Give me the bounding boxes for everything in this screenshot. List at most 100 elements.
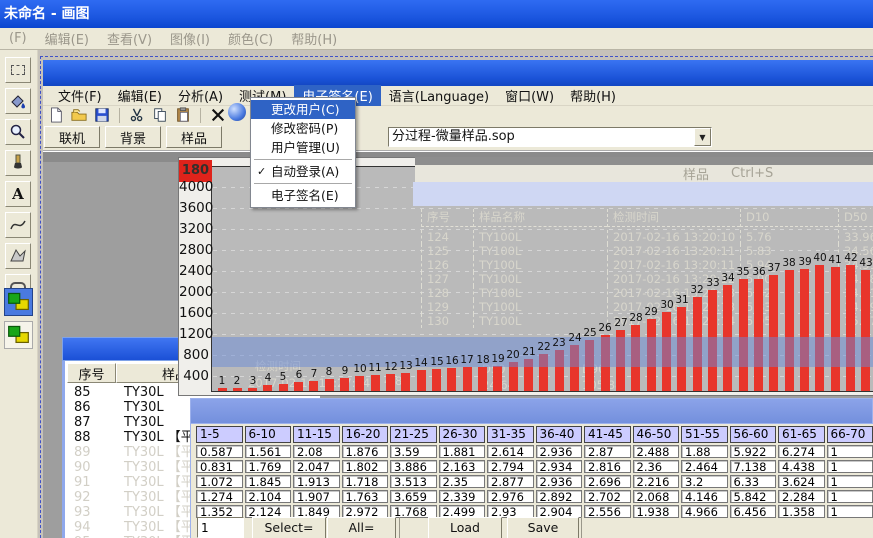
dist-cell[interactable]: 1.876: [342, 445, 389, 458]
dist-cell[interactable]: 6.274: [778, 445, 825, 458]
dist-cell[interactable]: 1.881: [439, 445, 486, 458]
copy-icon[interactable]: [151, 107, 169, 124]
popup-menu-item[interactable]: ✓自动登录(A): [251, 162, 355, 181]
dist-cell[interactable]: 1.907: [293, 490, 340, 503]
dist-cell[interactable]: 2.36: [633, 460, 680, 473]
dist-cell[interactable]: 1.913: [293, 475, 340, 488]
dist-cell[interactable]: 2.35: [439, 475, 486, 488]
dist-cell[interactable]: 2.339: [439, 490, 486, 503]
sop-combobox[interactable]: 分过程-微量样品.sop ▼: [388, 127, 712, 147]
dist-cell[interactable]: 2.068: [633, 490, 680, 503]
dist-cell[interactable]: 2.934: [536, 460, 583, 473]
load-button[interactable]: Load: [428, 517, 502, 538]
dist-cell[interactable]: 3.2: [681, 475, 728, 488]
dist-cell[interactable]: 1.88: [681, 445, 728, 458]
dist-cell[interactable]: 4.966: [681, 505, 728, 518]
dist-cell[interactable]: 1.358: [778, 505, 825, 518]
dist-cell[interactable]: 4.438: [778, 460, 825, 473]
dist-cell[interactable]: 1.763: [342, 490, 389, 503]
dist-cell[interactable]: 2.047: [293, 460, 340, 473]
dist-cell[interactable]: 1: [827, 445, 873, 458]
dist-cell[interactable]: 1.769: [245, 460, 292, 473]
popup-menu-item[interactable]: 更改用户(C): [251, 100, 355, 119]
dist-cell[interactable]: 1.274: [196, 490, 243, 503]
dist-cell[interactable]: 1: [827, 460, 873, 473]
app-menu-item[interactable]: 编辑(E): [110, 85, 170, 106]
dist-cell[interactable]: 1.938: [633, 505, 680, 518]
dist-cell[interactable]: 2.614: [487, 445, 534, 458]
dist-cell[interactable]: 2.163: [439, 460, 486, 473]
app-menu-item[interactable]: 窗口(W): [497, 85, 562, 106]
delete-icon[interactable]: [209, 107, 227, 124]
dist-cell[interactable]: 2.87: [584, 445, 631, 458]
open-icon[interactable]: [70, 107, 88, 124]
fill-tool-icon[interactable]: [5, 88, 31, 114]
dist-cell[interactable]: 2.556: [584, 505, 631, 518]
dist-cell[interactable]: 2.702: [584, 490, 631, 503]
dist-cell[interactable]: 5.922: [730, 445, 777, 458]
paint-title-bar[interactable]: 未命名 - 画图: [0, 0, 873, 28]
dist-cell[interactable]: 2.488: [633, 445, 680, 458]
dist-cell[interactable]: 2.936: [536, 475, 583, 488]
dist-cell[interactable]: 2.284: [778, 490, 825, 503]
button-background[interactable]: 背景: [105, 126, 161, 148]
dist-cell[interactable]: 2.104: [245, 490, 292, 503]
dist-cell[interactable]: 5.842: [730, 490, 777, 503]
dist-cell[interactable]: 2.816: [584, 460, 631, 473]
dist-cell[interactable]: 2.877: [487, 475, 534, 488]
polygon-tool-icon[interactable]: [5, 243, 31, 269]
popup-menu-item[interactable]: 电子签名(E): [251, 186, 355, 205]
dist-cell[interactable]: 2.216: [633, 475, 680, 488]
popup-menu-item[interactable]: 用户管理(U): [251, 138, 355, 157]
dist-cell[interactable]: 0.587: [196, 445, 243, 458]
dist-cell[interactable]: 6.33: [730, 475, 777, 488]
new-icon[interactable]: [47, 107, 65, 124]
button-sample[interactable]: 样品: [166, 126, 222, 148]
dist-cell[interactable]: 1.718: [342, 475, 389, 488]
dist-cell[interactable]: 3.886: [390, 460, 437, 473]
dist-cell[interactable]: 2.696: [584, 475, 631, 488]
dist-cell[interactable]: 3.513: [390, 475, 437, 488]
save-button[interactable]: Save: [507, 517, 579, 538]
popup-menu-item[interactable]: 修改密码(P): [251, 119, 355, 138]
paste-icon[interactable]: [174, 107, 192, 124]
user-icon[interactable]: [228, 103, 246, 121]
app-menu-item[interactable]: 分析(A): [170, 85, 231, 106]
curve-tool-icon[interactable]: [5, 212, 31, 238]
dist-cell[interactable]: 2.892: [536, 490, 583, 503]
dist-cell[interactable]: 1.802: [342, 460, 389, 473]
dist-cell[interactable]: 2.794: [487, 460, 534, 473]
dist-cell[interactable]: 2.464: [681, 460, 728, 473]
select-tool-icon[interactable]: [5, 57, 31, 83]
cut-icon[interactable]: [128, 107, 146, 124]
app-title-bar[interactable]: [43, 60, 873, 86]
chevron-down-icon[interactable]: ▼: [694, 128, 711, 146]
dist-cell[interactable]: 6.456: [730, 505, 777, 518]
dist-window-caption-band[interactable]: [190, 398, 873, 424]
all-button[interactable]: All=: [327, 517, 396, 538]
dist-cell[interactable]: 2.08: [293, 445, 340, 458]
dist-cell[interactable]: 4.146: [681, 490, 728, 503]
dist-cell[interactable]: 3.59: [390, 445, 437, 458]
count-input[interactable]: [197, 517, 244, 538]
dist-cell[interactable]: 1.845: [245, 475, 292, 488]
dist-cell[interactable]: 3.659: [390, 490, 437, 503]
paste-transparent-option-icon[interactable]: [4, 321, 33, 349]
dist-cell[interactable]: 2.936: [536, 445, 583, 458]
select-button[interactable]: Select=: [252, 517, 326, 538]
paste-opaque-option-icon[interactable]: [4, 288, 33, 316]
brush-tool-icon[interactable]: [5, 150, 31, 176]
dist-cell[interactable]: 1: [827, 475, 873, 488]
text-tool-icon[interactable]: A: [5, 181, 31, 207]
app-menu-item[interactable]: 语言(Language): [381, 85, 497, 106]
dist-cell[interactable]: 3.624: [778, 475, 825, 488]
app-menu-item[interactable]: 帮助(H): [562, 85, 624, 106]
dist-cell[interactable]: 1.561: [245, 445, 292, 458]
button-online[interactable]: 联机: [44, 126, 100, 148]
dist-cell[interactable]: 1: [827, 505, 873, 518]
zoom-tool-icon[interactable]: [5, 119, 31, 145]
dist-cell[interactable]: 1.072: [196, 475, 243, 488]
dist-cell[interactable]: 2.976: [487, 490, 534, 503]
app-menu-item[interactable]: 文件(F): [50, 85, 110, 106]
dist-cell[interactable]: 1: [827, 490, 873, 503]
